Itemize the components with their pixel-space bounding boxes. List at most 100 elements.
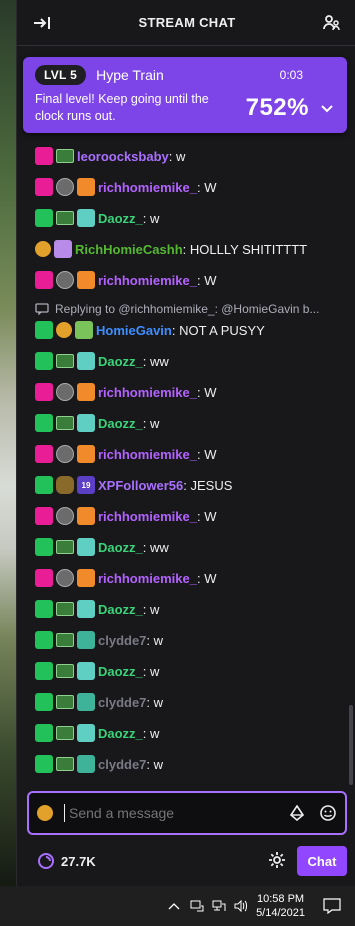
channel-points[interactable]: 27.7K: [37, 852, 96, 870]
chat-username[interactable]: Daozz_: [98, 354, 143, 369]
stream-video-edge: [0, 0, 16, 886]
chat-username[interactable]: Daozz_: [98, 726, 143, 741]
heart-badge-icon: [35, 271, 53, 289]
hype-train-level: LVL 5: [35, 65, 87, 85]
chat-message: Daozz_ : w: [35, 207, 159, 229]
emote-smile-icon[interactable]: [319, 804, 337, 822]
chat-text: : w: [146, 632, 164, 648]
cash-badge-icon: [56, 211, 74, 225]
chat-username[interactable]: Daozz_: [98, 211, 143, 226]
chat-username[interactable]: leoroocksbaby: [77, 149, 169, 164]
gift-badge-icon: [77, 507, 95, 525]
channel-points-icon[interactable]: [37, 805, 53, 821]
chat-username[interactable]: Daozz_: [98, 540, 143, 555]
chevron-down-icon[interactable]: [319, 100, 335, 116]
chat-username[interactable]: RichHomieCashh: [75, 242, 183, 257]
chat-username[interactable]: richhomiemike_: [98, 385, 197, 400]
gift-badge-icon: [77, 178, 95, 196]
input-indicator-icon[interactable]: [190, 900, 204, 912]
heart-badge-icon: [35, 569, 53, 587]
clock-date: 5/14/2021: [256, 907, 305, 919]
heart-badge-icon: [35, 507, 53, 525]
chat-text: : W: [197, 570, 217, 586]
chat-username[interactable]: richhomiemike_: [98, 273, 197, 288]
chat-scrollbar[interactable]: [349, 705, 353, 785]
chat-username[interactable]: Daozz_: [98, 664, 143, 679]
chat-message: leoroocksbaby : w: [35, 145, 185, 167]
heart-badge-icon: [35, 147, 53, 165]
gold-coin-badge-icon: [56, 322, 72, 338]
sub-badge-icon: [77, 352, 95, 370]
channel-points-icon: [38, 853, 54, 869]
chat-username[interactable]: richhomiemike_: [98, 447, 197, 462]
chat-message: Daozz_ : w: [35, 722, 159, 744]
sub-badge-icon: [77, 414, 95, 432]
hype-train-description: Final level! Keep going until the clock …: [35, 92, 209, 123]
gift-badge-icon: [77, 271, 95, 289]
chat-username[interactable]: clydde7: [98, 633, 146, 648]
notification-icon[interactable]: [323, 898, 341, 914]
chat-username[interactable]: HomieGavin: [96, 323, 172, 338]
chat-message: RichHomieCashh : HOLLLY SHITITTTT: [35, 238, 307, 260]
gift-badge-icon: [77, 383, 95, 401]
chat-text: : W: [197, 508, 217, 524]
chat-username[interactable]: richhomiemike_: [98, 571, 197, 586]
chat-message: clydde7 : w: [35, 753, 163, 775]
chat-input-box[interactable]: [27, 791, 347, 835]
chat-text: : NOT A PUSYY: [171, 322, 265, 338]
gold-coin-badge-icon: [35, 241, 51, 257]
chat-message: richhomiemike_ : W: [35, 505, 217, 527]
coin-badge-icon: [56, 271, 74, 289]
sword-badge-icon: [35, 600, 53, 618]
gear-icon[interactable]: [268, 851, 286, 869]
chat-text: : w: [146, 756, 164, 772]
chat-username[interactable]: clydde7: [98, 757, 146, 772]
cash-badge-icon: [56, 757, 74, 771]
coin-badge-icon: [56, 507, 74, 525]
cash-badge-icon: [56, 602, 74, 616]
sub-badge-icon: [77, 724, 95, 742]
chat-panel: STREAM CHAT LVL 5 Hype Train 0:03 Final …: [16, 0, 355, 886]
chat-message-input[interactable]: [67, 804, 261, 822]
chevron-up-icon[interactable]: [168, 901, 180, 911]
cash-badge-icon: [56, 633, 74, 647]
chat-username[interactable]: Daozz_: [98, 602, 143, 617]
chat-message: richhomiemike_ : W: [35, 269, 217, 291]
hype-train-banner[interactable]: LVL 5 Hype Train 0:03 Final level! Keep …: [23, 57, 347, 133]
chat-message: Daozz_ : ww: [35, 536, 169, 558]
sword-badge-icon: [35, 321, 53, 339]
reply-text: Replying to @richhomiemike_: @HomieGavin…: [55, 302, 320, 316]
volume-icon[interactable]: [234, 900, 248, 912]
chat-username[interactable]: richhomiemike_: [98, 180, 197, 195]
chat-message: Daozz_ : w: [35, 598, 159, 620]
chat-username[interactable]: clydde7: [98, 695, 146, 710]
reply-context[interactable]: Replying to @richhomiemike_: @HomieGavin…: [35, 302, 355, 316]
chat-username[interactable]: XPFollower56: [98, 478, 183, 493]
cash-badge-icon: [56, 695, 74, 709]
cash-badge-icon: [56, 540, 74, 554]
sword-badge-icon: [35, 209, 53, 227]
chat-text: : W: [197, 272, 217, 288]
community-icon[interactable]: [321, 12, 343, 34]
sword-badge-icon: [35, 414, 53, 432]
coin-badge-icon: [56, 383, 74, 401]
taskbar-clock[interactable]: 10:58 PM 5/14/2021: [256, 892, 305, 920]
network-icon[interactable]: [212, 900, 226, 912]
cash-badge-icon: [56, 416, 74, 430]
money-bag-badge-icon: [56, 476, 74, 494]
chat-send-button[interactable]: Chat: [297, 846, 347, 876]
sub-badge-icon: [77, 662, 95, 680]
heart-badge-icon: [35, 445, 53, 463]
sub-19-badge-icon: 19: [77, 476, 95, 494]
gift-badge-icon: [54, 240, 72, 258]
collapse-chat-icon[interactable]: [31, 12, 53, 34]
chat-message: Daozz_ : w: [35, 660, 159, 682]
chat-message: clydde7 : w: [35, 691, 163, 713]
chat-username[interactable]: richhomiemike_: [98, 509, 197, 524]
bits-icon[interactable]: [289, 805, 305, 821]
chat-text: : ww: [142, 353, 169, 369]
chat-message: richhomiemike_ : W: [35, 176, 217, 198]
sword-badge-icon: [35, 755, 53, 773]
chat-text: : ww: [142, 539, 169, 555]
chat-username[interactable]: Daozz_: [98, 416, 143, 431]
